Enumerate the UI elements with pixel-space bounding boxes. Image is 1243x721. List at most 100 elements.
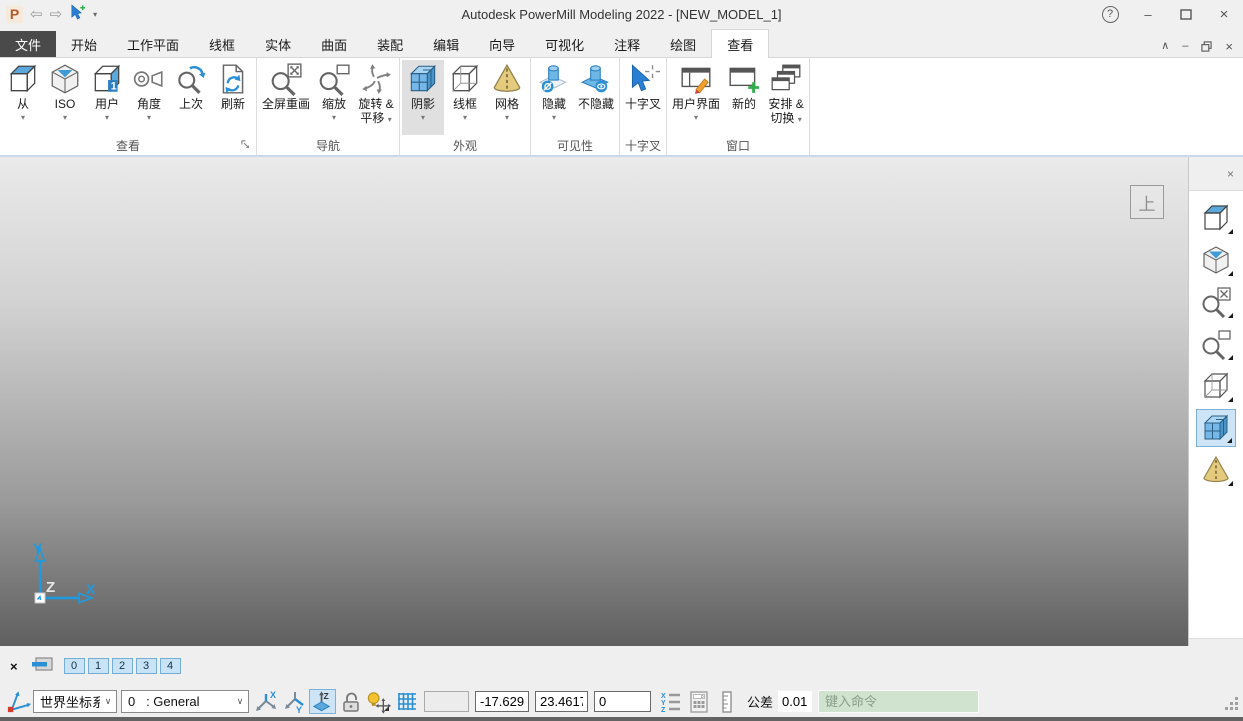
workplane-axes-icon[interactable] — [5, 689, 32, 714]
calculator-button[interactable]: 0 — [685, 689, 712, 714]
tab-solid[interactable]: 实体 — [250, 31, 306, 57]
level-button-1[interactable]: 1 — [88, 658, 109, 674]
level-button-0[interactable]: 0 — [64, 658, 85, 674]
dropdown-arrow-icon: ▾ — [388, 115, 392, 124]
level-button-3[interactable]: 3 — [136, 658, 157, 674]
level-button-2[interactable]: 2 — [112, 658, 133, 674]
ribbon-button-unhide[interactable]: 不隐藏 — [575, 60, 617, 135]
ribbon-button-from[interactable]: 从 ▾ — [2, 60, 44, 135]
intelligent-cursor-button[interactable] — [365, 689, 392, 714]
side-full-redraw-button[interactable] — [1196, 283, 1236, 321]
level-select[interactable]: 0 : General ∨ — [121, 690, 249, 713]
coordinate-system-select[interactable]: 世界坐标系 ∨ — [33, 690, 117, 713]
view-toolbar-close-button[interactable]: × — [1227, 167, 1234, 181]
ribbon-button-shading[interactable]: 阴影 ▾ — [402, 60, 444, 135]
dropdown-arrow-icon: ▾ — [63, 113, 67, 122]
ribbon-button-mesh[interactable]: 网格 ▾ — [486, 60, 528, 135]
redo-icon[interactable]: ⇨ — [50, 7, 63, 22]
view-along-y-button[interactable]: Y — [281, 689, 308, 714]
ribbon-button-refresh[interactable]: 刷新 — [212, 60, 254, 135]
ribbon-button-user-view[interactable]: 1 用户 ▾ — [86, 60, 128, 135]
mdi-minimize-button[interactable]: – — [1182, 41, 1188, 52]
tolerance-label: 公差 — [747, 692, 773, 711]
side-zoom-button[interactable] — [1196, 325, 1236, 363]
ribbon-button-zoom[interactable]: 缩放 ▾ — [313, 60, 355, 135]
dropdown-arrow-icon: ▾ — [694, 113, 698, 122]
ribbon-button-last-view[interactable]: 上次 — [170, 60, 212, 135]
flyout-corner-icon — [1228, 481, 1233, 486]
tab-annotation[interactable]: 注释 — [599, 31, 655, 57]
svg-text:X: X — [270, 690, 276, 700]
mdi-close-button[interactable]: × — [1225, 40, 1233, 53]
tab-wireframe[interactable]: 线框 — [194, 31, 250, 57]
coordinates-list-button[interactable]: X Y Z — [657, 689, 684, 714]
command-input[interactable] — [818, 690, 979, 713]
group-label-window: 窗口 — [669, 135, 807, 155]
minimize-button[interactable]: – — [1129, 1, 1167, 27]
grid-button[interactable] — [393, 689, 420, 714]
tab-workplane[interactable]: 工作平面 — [112, 31, 194, 57]
last-view-icon — [174, 62, 208, 96]
select-cursor-icon[interactable] — [69, 4, 86, 24]
svg-text:Z: Z — [323, 691, 329, 701]
svg-text:Y: Y — [661, 700, 666, 707]
model-viewport[interactable]: 上 Y X Z — [0, 157, 1188, 646]
ribbon-group-crosshair: 十字叉 十字叉 — [620, 58, 667, 155]
flyout-corner-icon — [384, 706, 389, 711]
ribbon-button-iso[interactable]: ISO ▾ — [44, 60, 86, 135]
tab-wizard[interactable]: 向导 — [474, 31, 530, 57]
close-button[interactable]: × — [1205, 1, 1243, 27]
tab-start[interactable]: 开始 — [56, 31, 112, 57]
side-shading-button[interactable] — [1196, 409, 1236, 447]
ribbon-collapse-button[interactable]: ∧ — [1161, 41, 1169, 52]
ribbon-button-crosshair[interactable]: 十字叉 — [622, 60, 664, 135]
position-x-field[interactable] — [475, 691, 529, 712]
ribbon-button-rotate-pan[interactable]: 旋转 & 平移 ▾ — [355, 60, 397, 135]
iso-view-icon — [48, 62, 82, 96]
ribbon-button-angle[interactable]: 角度 ▾ — [128, 60, 170, 135]
level-button-4[interactable]: 4 — [160, 658, 181, 674]
status-bar: 世界坐标系 ∨ 0 : General ∨ X Y — [0, 686, 1243, 717]
ribbon-button-wireframe[interactable]: 线框 ▾ — [444, 60, 486, 135]
view-top-button[interactable]: 上 — [1130, 185, 1164, 219]
side-mesh-button[interactable] — [1196, 451, 1236, 489]
ribbon-button-arrange-switch[interactable]: 安排 & 切换 ▾ — [765, 60, 807, 135]
position-y-field[interactable] — [535, 691, 588, 712]
side-iso-button[interactable] — [1196, 241, 1236, 279]
scale-ruler-button[interactable] — [713, 689, 740, 714]
flyout-corner-icon — [1228, 313, 1233, 318]
resize-grip[interactable] — [1225, 697, 1240, 714]
view-along-z-button[interactable]: Z — [309, 689, 336, 714]
tab-drawing[interactable]: 绘图 — [655, 31, 711, 57]
side-view-from-button[interactable] — [1196, 199, 1236, 237]
ribbon-button-user-interface[interactable]: 用户界面 ▾ — [669, 60, 723, 135]
help-button[interactable]: ? — [1091, 1, 1129, 27]
full-screen-redraw-icon — [269, 62, 303, 96]
mdi-restore-button[interactable] — [1201, 41, 1212, 52]
ribbon-button-new-window[interactable]: 新的 — [723, 60, 765, 135]
tab-view-active[interactable]: 查看 — [711, 29, 769, 58]
undo-icon[interactable]: ⇦ — [30, 7, 43, 22]
tab-edit[interactable]: 编辑 — [418, 31, 474, 57]
tab-surface[interactable]: 曲面 — [306, 31, 362, 57]
ribbon-button-hide[interactable]: 隐藏 ▾ — [533, 60, 575, 135]
lock-button[interactable] — [337, 689, 364, 714]
arrange-windows-icon — [769, 62, 803, 96]
title-bar: Autodesk PowerMill Modeling 2022 - [NEW_… — [0, 0, 1243, 28]
ribbon-group-navigation: 全屏重画 缩放 ▾ — [257, 58, 400, 155]
user-view-cube-icon: 1 — [90, 62, 124, 96]
qat-customize-icon[interactable]: ▾ — [93, 10, 97, 19]
tolerance-field[interactable] — [778, 691, 812, 712]
dialog-launcher-icon[interactable] — [240, 139, 251, 150]
maximize-button[interactable] — [1167, 1, 1205, 27]
position-z-field[interactable] — [594, 691, 651, 712]
side-wireframe-button[interactable] — [1196, 367, 1236, 405]
app-logo-icon[interactable]: P — [6, 6, 23, 23]
tab-file[interactable]: 文件 — [0, 31, 56, 57]
view-along-x-button[interactable]: X — [253, 689, 280, 714]
group-label-navigation: 导航 — [259, 135, 397, 155]
tab-visualization[interactable]: 可视化 — [530, 31, 599, 57]
ribbon-button-full-redraw[interactable]: 全屏重画 — [259, 60, 313, 135]
levels-close-button[interactable]: × — [10, 659, 18, 674]
tab-assembly[interactable]: 装配 — [362, 31, 418, 57]
